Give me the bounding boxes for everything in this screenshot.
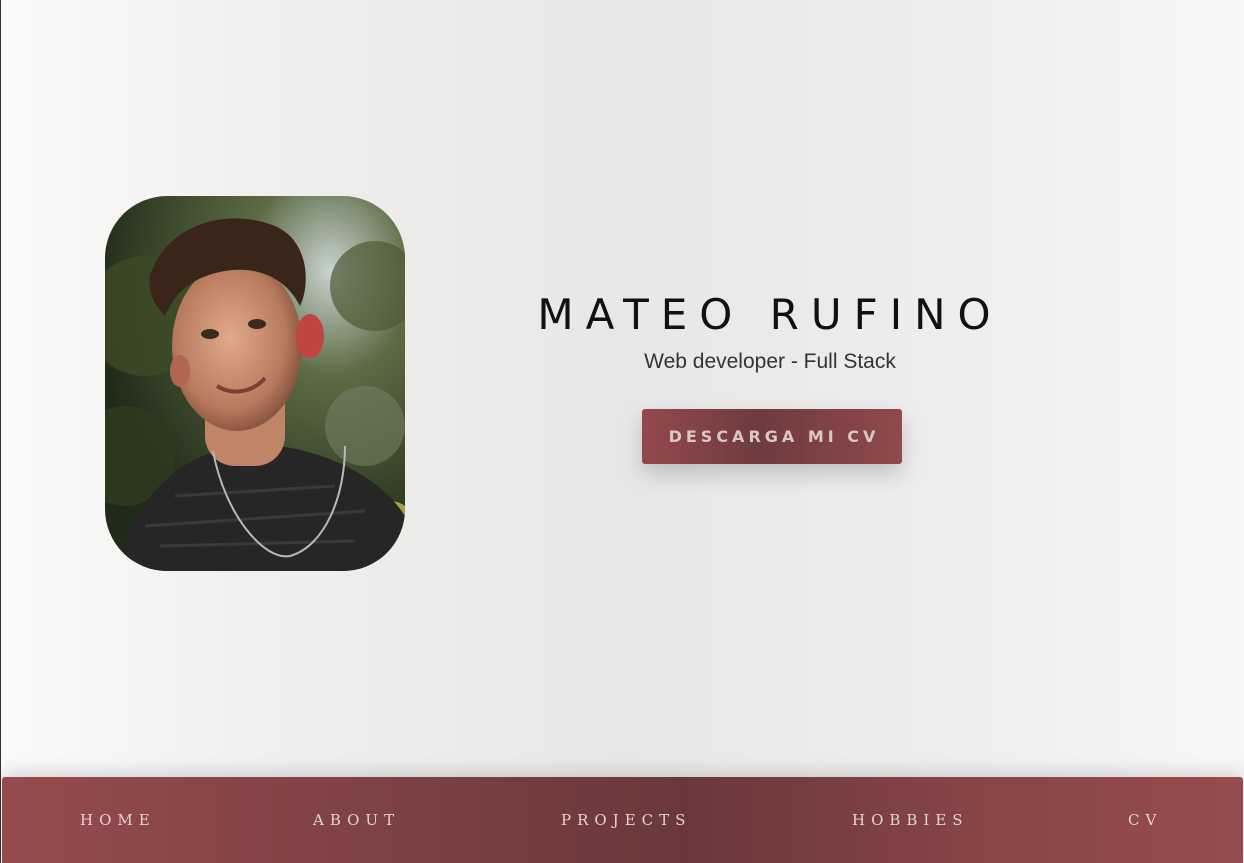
nav-item-about[interactable]: ABOUT (313, 777, 400, 863)
bottom-navbar: HOME ABOUT PROJECTS HOBBIES CV (2, 777, 1243, 863)
intro-block: MATEO RUFINO Web developer - Full Stack (500, 280, 1040, 374)
subtitle: Web developer - Full Stack (644, 350, 896, 373)
nav-item-hobbies[interactable]: HOBBIES (852, 777, 969, 863)
page-title: MATEO RUFINO (537, 290, 1003, 339)
nav-item-cv[interactable]: CV (1128, 777, 1162, 863)
download-cv-button-label: DESCARGA MI CV (668, 427, 880, 446)
profile-photo (105, 196, 405, 571)
download-cv-button[interactable]: DESCARGA MI CV (642, 409, 902, 464)
nav-item-home[interactable]: HOME (80, 777, 156, 863)
hero-section: MATEO RUFINO Web developer - Full Stack … (0, 0, 1244, 777)
nav-item-projects[interactable]: PROJECTS (561, 777, 691, 863)
